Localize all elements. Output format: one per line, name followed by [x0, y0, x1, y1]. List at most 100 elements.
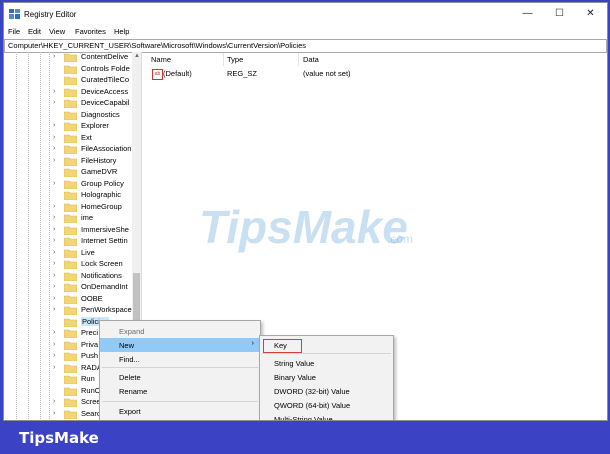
rename-menu-item[interactable]: Rename	[100, 384, 260, 398]
minimize-button[interactable]: —	[512, 3, 543, 25]
new-submenu: Key String Value Binary Value DWORD (32-bit…	[259, 335, 394, 420]
folder-icon	[64, 214, 77, 223]
expand-chevron-icon[interactable]: ›	[53, 398, 61, 405]
tree-item[interactable]: Holographic	[53, 190, 141, 201]
expand-chevron-icon[interactable]: ›	[53, 122, 61, 129]
submenu-arrow-icon: ›	[251, 340, 254, 347]
tree-item-label: DeviceAccess	[81, 86, 129, 96]
tree-item[interactable]: › DeviceAccess	[53, 86, 141, 98]
tree-item[interactable]: › Live	[53, 247, 141, 259]
tree-item[interactable]: › PenWorkspace	[53, 305, 141, 316]
expand-chevron-icon[interactable]: ›	[53, 364, 61, 371]
expand-chevron-icon[interactable]: ›	[53, 214, 61, 221]
tree-item[interactable]: › FileHistory	[53, 156, 141, 167]
tree-item-label: Explorer	[81, 121, 109, 130]
tree-item[interactable]: › ContentDelive	[53, 52, 141, 63]
tree-item-label: Notifications	[81, 270, 122, 280]
folder-icon	[64, 249, 77, 258]
tree-item[interactable]: › Notifications	[53, 270, 141, 282]
menu-file[interactable]: File	[8, 27, 20, 36]
address-bar[interactable]: Computer\HKEY_CURRENT_USER\Software\Micr…	[4, 39, 607, 53]
tree-item-label: RunO	[81, 385, 101, 395]
expand-chevron-icon[interactable]: ›	[53, 306, 61, 313]
tree-item[interactable]: › Internet Settin	[53, 236, 141, 247]
find-menu-item[interactable]: Find...	[100, 352, 260, 366]
tree-item-label: PenWorkspace	[81, 305, 132, 314]
menu-view[interactable]: View	[49, 27, 65, 36]
menu-favorites[interactable]: Favorites	[75, 27, 106, 36]
expand-chevron-icon[interactable]: ›	[53, 329, 61, 336]
tree-item[interactable]: › Lock Screen	[53, 259, 141, 270]
export-menu-item[interactable]: Export	[100, 404, 260, 418]
expand-chevron-icon[interactable]: ›	[53, 157, 61, 164]
expand-chevron-icon[interactable]: ›	[53, 341, 61, 348]
expand-chevron-icon[interactable]: ›	[53, 260, 61, 267]
close-button[interactable]: ✕	[575, 3, 606, 25]
watermark-main-text: TipsMake	[199, 203, 408, 253]
tree-item[interactable]: › OnDemandInt	[53, 282, 141, 293]
new-menu-item[interactable]: New ›	[100, 338, 260, 352]
expand-chevron-icon[interactable]: ›	[53, 410, 61, 417]
tree-item[interactable]: › HomeGroup	[53, 202, 141, 213]
expand-chevron-icon[interactable]: ›	[53, 283, 61, 290]
tree-item[interactable]: › DeviceCapabil	[53, 98, 141, 109]
expand-chevron-icon[interactable]: ›	[53, 237, 61, 244]
context-menu-label: Rename	[119, 387, 148, 396]
menu-edit[interactable]: Edit	[28, 27, 41, 36]
folder-icon	[64, 157, 77, 166]
new-binary-value-item[interactable]: Binary Value	[260, 370, 393, 384]
column-divider[interactable]	[223, 53, 224, 66]
tree-item[interactable]: › OOBE	[53, 294, 141, 305]
folder-icon	[64, 260, 77, 269]
registry-editor-icon	[9, 9, 20, 19]
tree-item-label: Live	[81, 247, 95, 257]
tree-item-label: GameDVR	[81, 167, 118, 176]
expand-chevron-icon[interactable]: ›	[53, 352, 61, 359]
address-path: Computer\HKEY_CURRENT_USER\Software\Micr…	[8, 41, 307, 50]
folder-icon	[64, 318, 77, 327]
tree-item-label: Group Policy	[81, 178, 124, 188]
expand-chevron-icon[interactable]: ›	[53, 99, 61, 106]
scroll-up-arrow-icon[interactable]: ▲	[134, 53, 140, 59]
tree-item[interactable]: › ime	[53, 213, 141, 224]
tree-item[interactable]: › ImmersiveShe	[53, 225, 141, 236]
menu-separator	[102, 367, 258, 368]
expand-chevron-icon[interactable]: ›	[53, 145, 61, 152]
delete-menu-item[interactable]: Delete	[100, 370, 260, 384]
tree-item[interactable]: CuratedTileCo	[53, 75, 141, 86]
column-divider[interactable]	[298, 53, 299, 66]
value-name[interactable]: (Default)	[163, 69, 192, 78]
context-menu-label: Find...	[119, 355, 140, 364]
new-qword-value-item[interactable]: QWORD (64-bit) Value	[260, 398, 393, 412]
expand-chevron-icon[interactable]: ›	[53, 249, 61, 256]
tree-item[interactable]: Controls Folde	[53, 63, 141, 75]
expand-chevron-icon[interactable]: ›	[53, 295, 61, 302]
column-header-name[interactable]: Name	[151, 55, 171, 64]
tree-item[interactable]: › FileAssociation	[53, 144, 141, 155]
tree-item[interactable]: › Ext	[53, 133, 141, 144]
expand-chevron-icon[interactable]: ›	[53, 53, 61, 60]
maximize-button[interactable]: ☐	[544, 3, 575, 25]
column-header-type[interactable]: Type	[227, 55, 243, 64]
expand-chevron-icon[interactable]: ›	[53, 134, 61, 141]
column-header-data[interactable]: Data	[303, 55, 319, 64]
tree-item-label: Controls Folde	[81, 63, 130, 73]
tree-item[interactable]: Diagnostics	[53, 110, 141, 121]
tree-item[interactable]: › Explorer	[53, 121, 141, 132]
key-highlight-box	[263, 339, 302, 353]
menu-help[interactable]: Help	[114, 27, 129, 36]
expand-chevron-icon[interactable]: ›	[53, 272, 61, 279]
expand-menu-item[interactable]: Expand	[100, 324, 260, 338]
menu-bar: File Edit View Favorites Help	[4, 25, 607, 39]
expand-chevron-icon[interactable]: ›	[53, 226, 61, 233]
expand-chevron-icon[interactable]: ›	[53, 88, 61, 95]
new-dword-value-item[interactable]: DWORD (32-bit) Value	[260, 384, 393, 398]
expand-chevron-icon[interactable]: ›	[53, 180, 61, 187]
new-key-item[interactable]: Key	[260, 338, 393, 353]
title-bar[interactable]: Registry Editor — ☐ ✕	[4, 3, 607, 25]
context-menu-label: Expand	[119, 327, 145, 336]
tree-item[interactable]: › Group Policy	[53, 178, 141, 190]
new-string-value-item[interactable]: String Value	[260, 356, 393, 370]
expand-chevron-icon[interactable]: ›	[53, 203, 61, 210]
tree-item[interactable]: GameDVR	[53, 167, 141, 178]
